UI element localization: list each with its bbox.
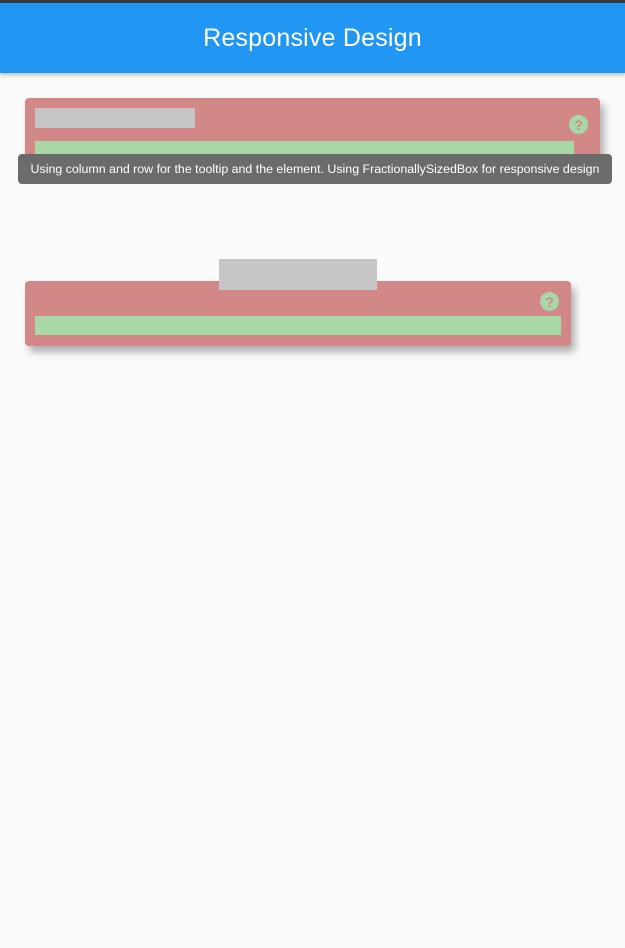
tooltip: Using column and row for the tooltip and… [18,154,612,184]
app-title: Responsive Design [203,23,422,52]
card-1-grey-placeholder [35,108,195,128]
help-icon-glyph: ? [545,293,554,310]
question-mark-icon[interactable]: ? [540,292,559,311]
help-icon-glyph: ? [574,116,583,133]
card-1-green-bar [35,141,574,155]
question-mark-icon[interactable]: ? [569,115,588,134]
responsive-card-2 [25,281,571,346]
tooltip-text: Using column and row for the tooltip and… [30,162,600,176]
card-2-grey-placeholder [219,259,377,290]
card-2-green-bar [35,316,561,335]
app-bar: Responsive Design [0,3,625,73]
